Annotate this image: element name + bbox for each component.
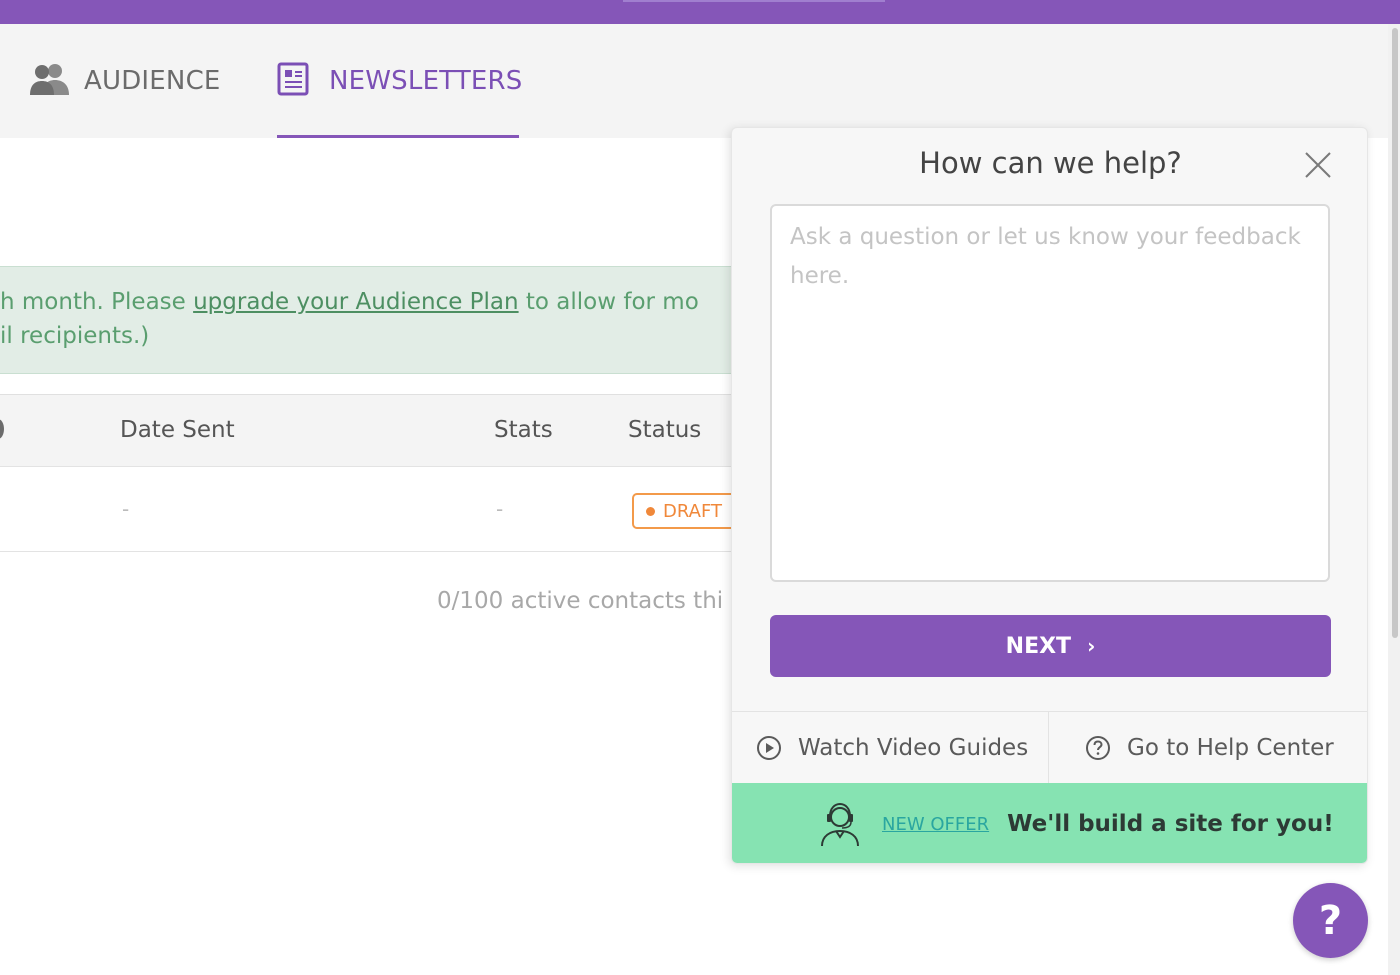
help-links: Watch Video Guides Go to Help Center <box>732 711 1367 784</box>
help-fab-label: ? <box>1318 897 1343 944</box>
header-status[interactable]: Status <box>628 417 701 443</box>
status-badge-label: DRAFT <box>663 500 722 522</box>
tab-newsletters[interactable]: NEWSLETTERS <box>277 24 522 138</box>
help-panel: How can we help? NEXT › Watch Video Guid… <box>731 127 1368 864</box>
header-date-sent[interactable]: Date Sent <box>120 417 235 443</box>
cell-stats: - <box>496 497 504 521</box>
feedback-textarea[interactable] <box>770 204 1330 582</box>
links-divider <box>1048 712 1049 784</box>
info-icon <box>0 419 4 439</box>
close-icon <box>1305 152 1331 178</box>
active-contacts-note: 0/100 active contacts thi <box>437 588 724 614</box>
watch-video-guides-link[interactable]: Watch Video Guides <box>756 712 1028 784</box>
main-nav: AUDIENCE NEWSLETTERS <box>0 24 1400 138</box>
support-agent-icon <box>821 802 859 847</box>
table-header: Date Sent Stats Status <box>0 394 740 467</box>
help-panel-title: How can we help? <box>919 146 1182 180</box>
scrollbar[interactable] <box>1388 24 1400 975</box>
plan-notice: h month. Please upgrade your Audience Pl… <box>0 266 740 374</box>
offer-text: We'll build a site for you! <box>1007 811 1334 837</box>
help-center-label: Go to Help Center <box>1127 735 1334 761</box>
header-stats[interactable]: Stats <box>494 417 553 443</box>
close-button[interactable] <box>1303 150 1333 180</box>
scrollbar-thumb[interactable] <box>1392 28 1398 638</box>
notice-line-2: il recipients.) <box>0 323 150 349</box>
notice-text-after: to allow for mo <box>518 289 699 315</box>
notice-line-1: h month. Please upgrade your Audience Pl… <box>0 289 699 315</box>
tab-newsletters-label: NEWSLETTERS <box>329 66 523 96</box>
play-circle-icon <box>757 736 781 760</box>
help-fab-button[interactable]: ? <box>1293 883 1368 958</box>
tab-audience-label: AUDIENCE <box>84 66 221 96</box>
active-tab-underline <box>277 135 519 138</box>
status-badge: DRAFT <box>632 493 742 529</box>
cell-date-sent: - <box>122 497 130 521</box>
top-tab-indicator <box>623 0 885 2</box>
question-circle-icon <box>1086 736 1110 760</box>
next-button-label: NEXT <box>1005 633 1072 659</box>
new-offer-tag[interactable]: NEW OFFER <box>882 814 989 835</box>
newsletter-icon <box>277 62 309 100</box>
top-bar <box>0 0 1400 24</box>
watch-video-guides-label: Watch Video Guides <box>798 735 1029 761</box>
site-build-offer[interactable]: NEW OFFER We'll build a site for you! <box>732 783 1367 863</box>
help-center-link[interactable]: Go to Help Center <box>1085 712 1334 784</box>
notice-text-before: h month. Please <box>0 289 194 315</box>
people-icon <box>30 62 70 100</box>
upgrade-plan-link[interactable]: upgrade your Audience Plan <box>193 289 518 315</box>
tab-audience[interactable]: AUDIENCE <box>30 24 221 138</box>
status-dot <box>646 506 655 516</box>
next-button[interactable]: NEXT › <box>770 615 1331 677</box>
table-row[interactable]: - - DRAFT <box>0 467 742 552</box>
chevron-right-icon: › <box>1087 634 1096 658</box>
